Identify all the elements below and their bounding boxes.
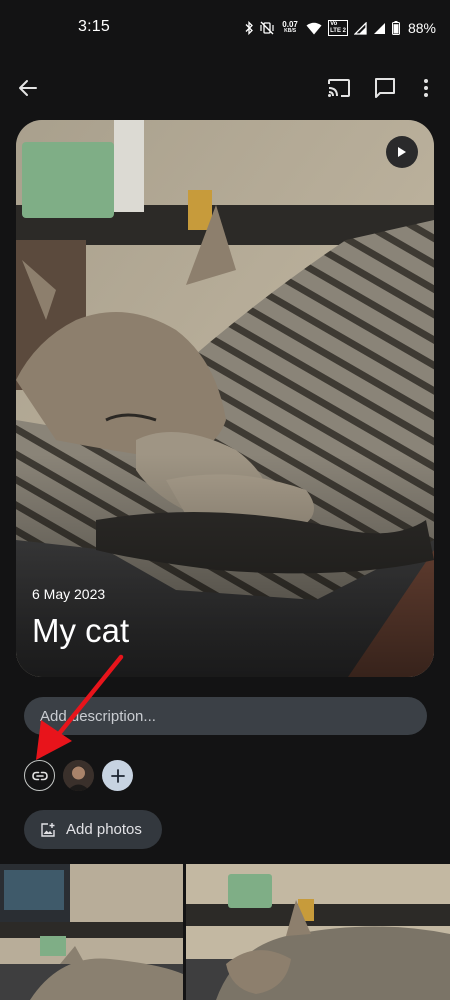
back-button[interactable]: [16, 76, 40, 100]
status-icons: 0.07 KB/S Vo LTE 2 88%: [244, 18, 436, 38]
share-link-button[interactable]: [24, 760, 55, 791]
album-date: 6 May 2023: [32, 586, 106, 602]
status-time: 3:15: [78, 18, 110, 35]
add-photo-icon: [41, 822, 55, 837]
status-bar: 3:15 0.07 KB/S Vo LTE 2 88%: [0, 0, 450, 56]
battery-icon: [391, 21, 400, 35]
avatar[interactable]: [63, 760, 94, 791]
play-slideshow-button[interactable]: [386, 136, 418, 168]
plus-icon: [110, 768, 125, 783]
photo-thumbnail[interactable]: [186, 864, 450, 1000]
comment-button[interactable]: [373, 76, 397, 100]
volte-badge: Vo LTE 2: [328, 20, 348, 36]
net-speed: 0.07 KB/S: [282, 20, 298, 35]
back-arrow-icon: [19, 80, 37, 96]
more-vert-icon: [424, 79, 428, 97]
add-person-button[interactable]: [102, 760, 133, 791]
signal-icon: [353, 21, 367, 35]
wifi-icon: [306, 22, 322, 34]
cat-thumbnail: [186, 864, 450, 1000]
vibrate-off-icon: [260, 21, 274, 35]
comment-icon: [375, 78, 395, 98]
album-cover-photo[interactable]: 6 May 2023 My cat: [16, 120, 434, 677]
more-options-button[interactable]: [414, 76, 438, 100]
photo-thumbnail[interactable]: [0, 864, 183, 1000]
description-input[interactable]: [24, 697, 427, 735]
avatar-photo: [63, 760, 94, 791]
signal-icon: [373, 22, 385, 34]
cast-icon: [328, 79, 350, 97]
add-photos-label: Add photos: [66, 821, 142, 838]
cat-thumbnail: [0, 864, 183, 1000]
album-title[interactable]: My cat: [32, 612, 129, 650]
link-icon: [31, 771, 48, 780]
top-app-bar: [0, 64, 450, 112]
add-photos-button[interactable]: Add photos: [24, 810, 162, 849]
play-icon: [398, 147, 406, 157]
cast-button[interactable]: [327, 76, 351, 100]
battery-percent: 88%: [407, 20, 436, 36]
bluetooth-icon: [245, 21, 253, 35]
photo-grid: [0, 864, 450, 1000]
